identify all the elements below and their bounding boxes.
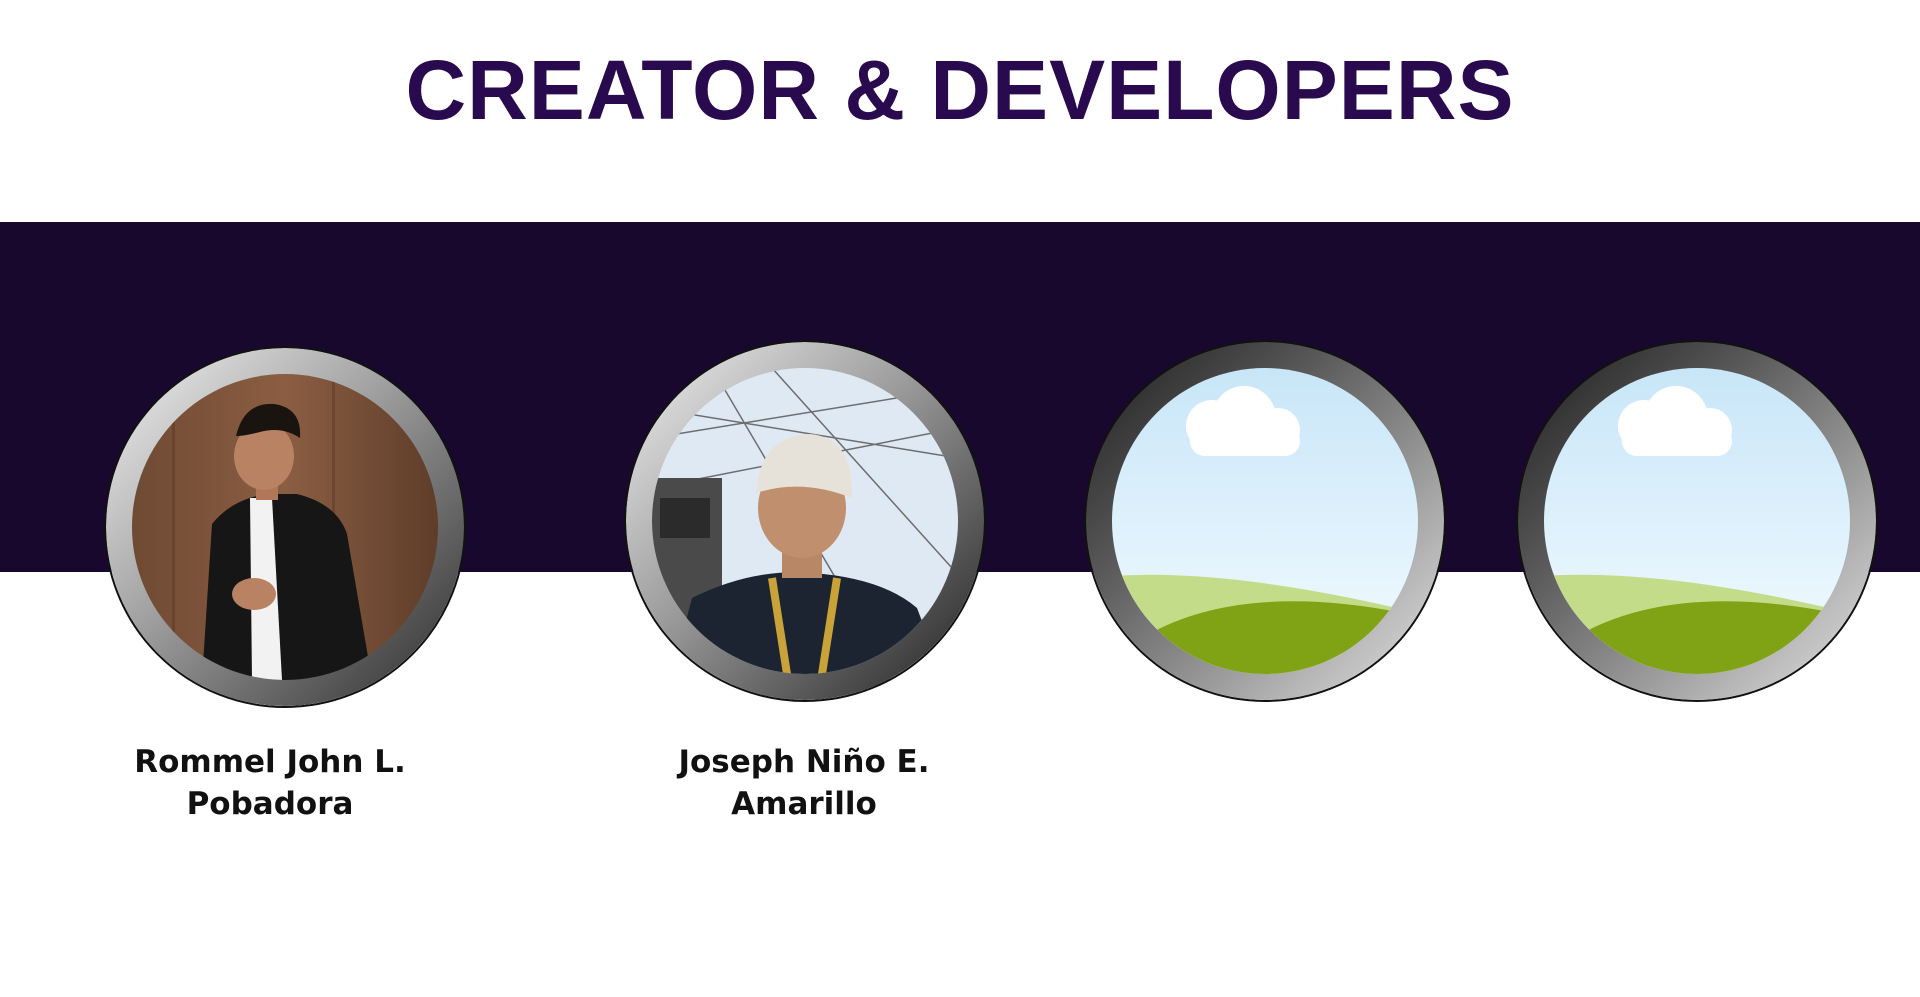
member-name-line-2: Amarillo: [731, 786, 877, 822]
placeholder-landscape-icon: [1112, 368, 1418, 674]
placeholder-landscape-icon: [1544, 368, 1850, 674]
member-photo: [652, 368, 958, 674]
member-name-line-1: Joseph Niño E.: [678, 744, 930, 780]
member-portrait-3: [1084, 340, 1446, 702]
member-portrait-4: [1516, 340, 1878, 702]
member-portrait-2: [624, 340, 986, 702]
member-name-2: Joseph Niño E. Amarillo: [624, 741, 984, 825]
member-name-1: Rommel John L. Pobadora: [90, 741, 450, 825]
member-name-line-1: Rommel John L.: [134, 744, 406, 780]
member-portrait-1: [104, 346, 466, 708]
member-photo: [132, 374, 438, 680]
page-title: CREATOR & DEVELOPERS: [405, 43, 1515, 137]
creator-developers-page: CREATOR & DEVELOPERS Rommel John L. Poba…: [0, 0, 1920, 997]
member-name-line-2: Pobadora: [186, 786, 354, 822]
